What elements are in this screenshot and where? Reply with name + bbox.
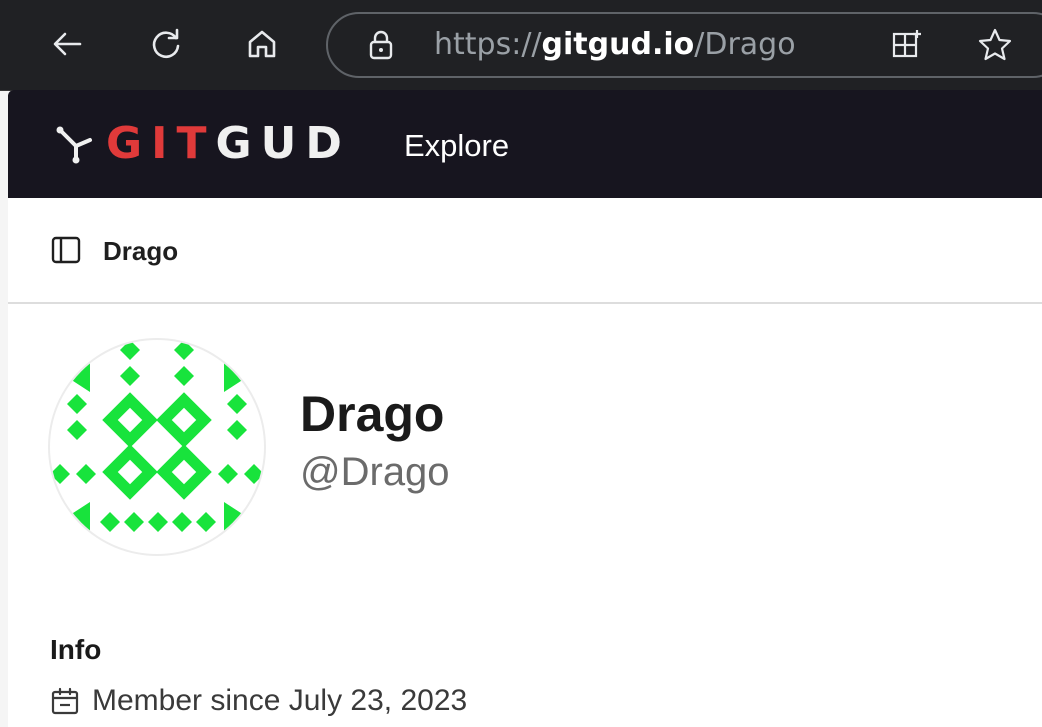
profile-main: Drago @Drago Info Member since July 23, …	[8, 304, 1042, 727]
split-tab-icon[interactable]	[890, 28, 924, 62]
address-bar[interactable]: https://gitgud.io/Drago	[326, 12, 1042, 78]
profile-name: Drago	[300, 386, 445, 442]
member-since-row: Member since July 23, 2023	[50, 684, 467, 718]
nav-explore-link[interactable]: Explore	[404, 128, 509, 164]
gitgud-logo-icon[interactable]	[54, 122, 98, 166]
arrow-left-icon	[53, 32, 82, 56]
info-heading: Info	[50, 634, 102, 665]
favorite-star-icon[interactable]	[976, 26, 1014, 64]
reload-icon	[152, 28, 180, 59]
calendar-icon	[51, 687, 79, 715]
browser-toolbar: https://gitgud.io/Drago	[0, 0, 1042, 91]
sidebar-toggle-icon[interactable]	[50, 234, 82, 266]
site-header: GITGUD Explore	[8, 90, 1042, 198]
avatar	[50, 340, 264, 554]
url-text[interactable]: https://gitgud.io/Drago	[434, 27, 796, 62]
reload-button[interactable]	[140, 18, 192, 70]
logo-text-git: GIT	[106, 118, 216, 169]
home-button[interactable]	[236, 18, 288, 70]
home-icon	[248, 30, 276, 58]
identicon-avatar	[50, 340, 264, 554]
url-protocol: https://	[434, 27, 542, 62]
breadcrumb: Drago	[8, 198, 1042, 304]
breadcrumb-current[interactable]: Drago	[103, 236, 178, 267]
member-since-text: Member since July 23, 2023	[92, 684, 468, 717]
url-host: gitgud.io	[541, 27, 695, 62]
profile-handle: @Drago	[300, 450, 450, 494]
lock-icon[interactable]	[364, 28, 398, 62]
back-button[interactable]	[42, 18, 94, 70]
url-path: /Drago	[694, 27, 796, 62]
logo-text-gud: GUD	[215, 118, 351, 169]
gitgud-logo-text[interactable]: GITGUD	[106, 116, 351, 172]
